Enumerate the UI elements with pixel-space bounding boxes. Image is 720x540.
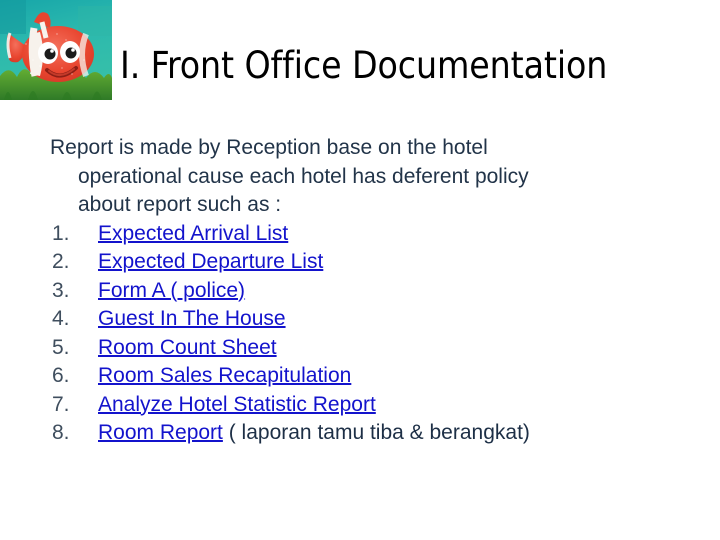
list-item-number: 2.: [52, 250, 70, 273]
list-item[interactable]: 6. Room Sales Recapitulation: [50, 362, 660, 391]
report-link[interactable]: Form A ( police): [98, 279, 245, 302]
list-item-number: 3.: [52, 278, 70, 302]
list-item[interactable]: 7. Analyze Hotel Statistic Report: [50, 391, 660, 420]
list-item[interactable]: 1. Expected Arrival List: [50, 220, 660, 249]
list-item-number: 8.: [52, 421, 70, 444]
intro-line-3: about report such as :: [78, 193, 282, 216]
intro-line-2: operational cause each hotel has deferen…: [78, 164, 529, 188]
list-item-number: 4.: [52, 307, 70, 330]
list-item[interactable]: 8. Room Report ( laporan tamu tiba & bera…: [50, 419, 660, 448]
list-item[interactable]: 5. Room Count Sheet: [50, 334, 660, 363]
page-title: I. Front Office Documentation: [120, 44, 608, 87]
report-link[interactable]: Room Report: [98, 421, 223, 444]
list-item[interactable]: 4. Guest In The House: [50, 305, 660, 334]
report-link[interactable]: Expected Departure List: [98, 250, 323, 273]
report-link[interactable]: Room Sales Recapitulation: [98, 364, 351, 387]
list-item-number: 6.: [52, 364, 70, 387]
intro-line-1: Report is made by Reception base on the …: [50, 136, 488, 159]
slide-body: Report is made by Reception base on the …: [50, 134, 660, 448]
clownfish-illustration: [0, 0, 112, 100]
list-item-number: 5.: [52, 335, 70, 359]
report-link[interactable]: Room Count Sheet: [98, 336, 277, 359]
list-item[interactable]: 2. Expected Departure List: [50, 248, 660, 277]
intro-paragraph: Report is made by Reception base on the …: [50, 134, 660, 220]
list-item[interactable]: 3. Form A ( police): [50, 277, 660, 306]
slide-canvas: I. Front Office Documentation Report is …: [0, 0, 720, 540]
list-item-number: 1.: [52, 221, 70, 245]
report-link[interactable]: Analyze Hotel Statistic Report: [98, 393, 376, 416]
list-item-number: 7.: [52, 392, 70, 416]
report-link[interactable]: Expected Arrival List: [98, 222, 288, 245]
report-note: ( laporan tamu tiba & berangkat): [222, 421, 530, 444]
report-link[interactable]: Guest In The House: [98, 307, 286, 330]
report-list: 1. Expected Arrival List 2. Expected Depar…: [50, 220, 660, 448]
